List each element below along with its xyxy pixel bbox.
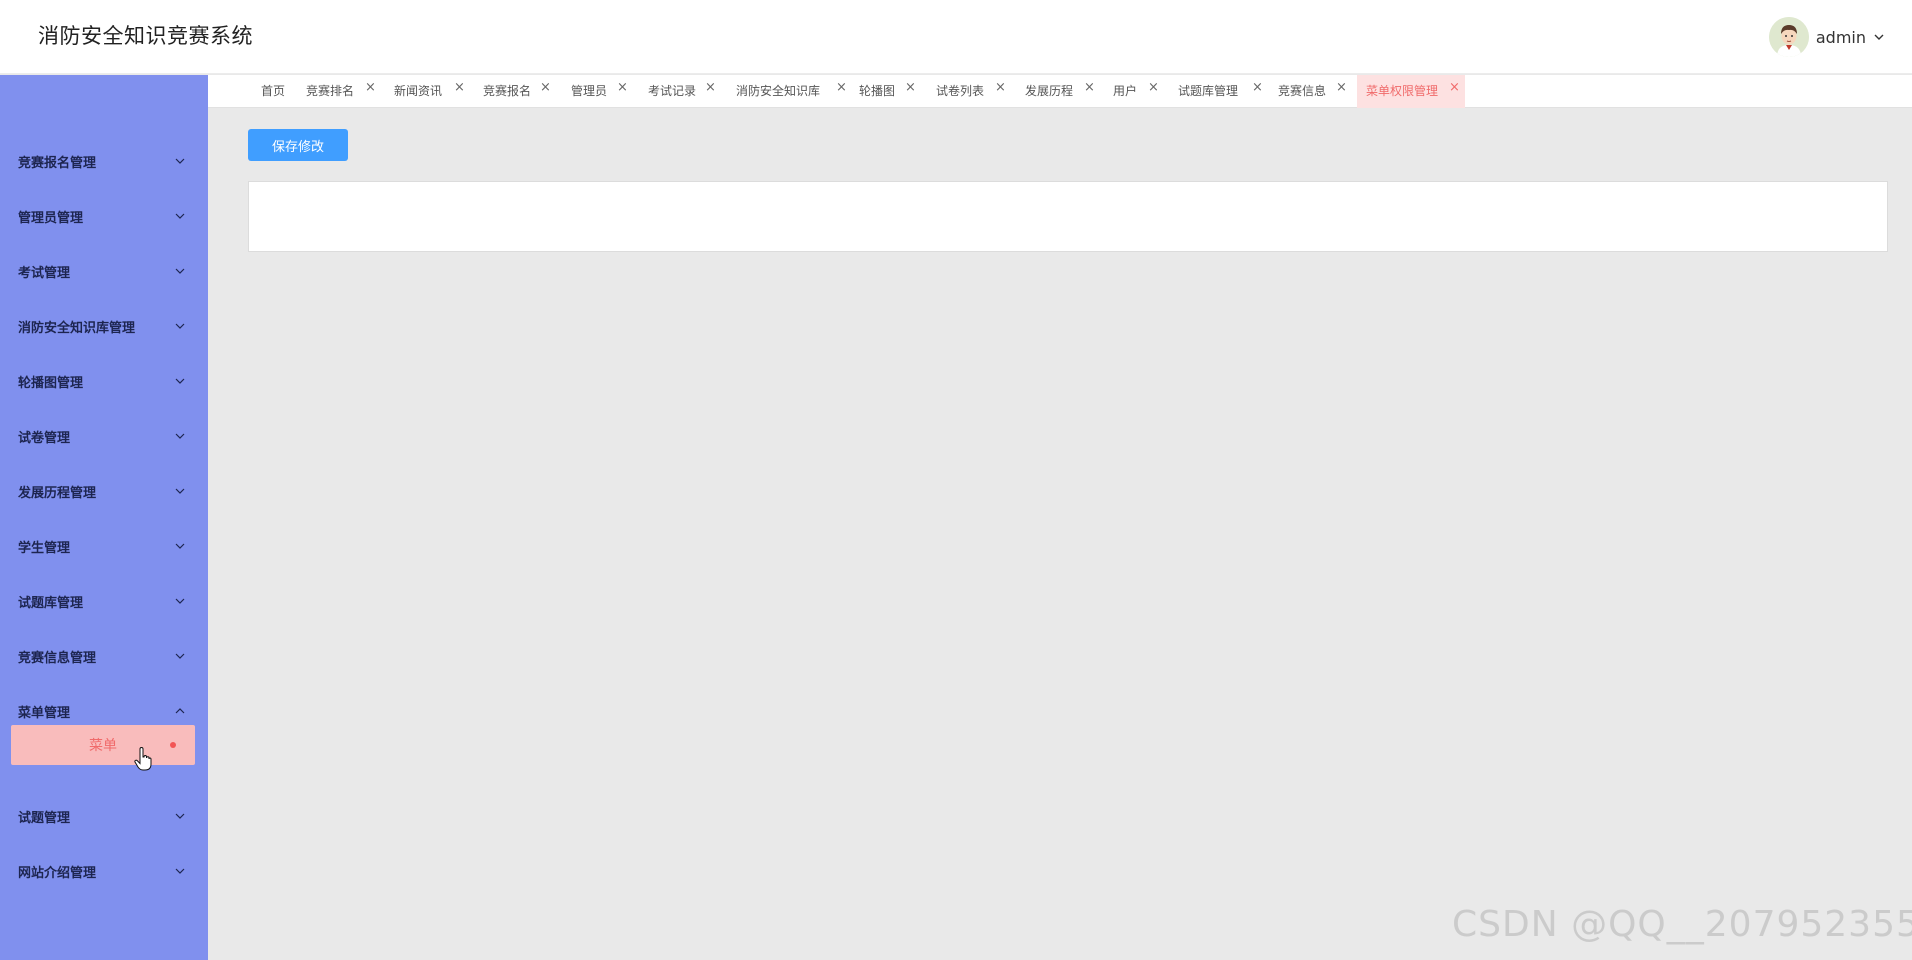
sidebar-item-label: 试题管理 bbox=[18, 810, 71, 826]
chevron-down-icon[interactable] bbox=[1872, 30, 1886, 44]
sidebar-item-label: 轮播图管理 bbox=[18, 375, 84, 391]
sidebar-item-knowledge-base[interactable]: 消防安全知识库管理 bbox=[0, 306, 208, 346]
chevron-down-icon bbox=[175, 268, 185, 274]
close-icon[interactable]: × bbox=[905, 71, 916, 104]
chevron-down-icon bbox=[175, 378, 185, 384]
tab-paper-list[interactable]: 试卷列表 × bbox=[936, 75, 1006, 108]
user-menu[interactable]: admin bbox=[1768, 17, 1886, 57]
tab-label: 用户 bbox=[1113, 84, 1138, 98]
sidebar-item-question[interactable]: 试题管理 bbox=[0, 796, 208, 836]
sidebar-item-site-intro[interactable]: 网站介绍管理 bbox=[0, 851, 208, 891]
chevron-down-icon bbox=[175, 433, 185, 439]
tab-label: 轮播图 bbox=[859, 84, 896, 98]
sidebar-item-label: 网站介绍管理 bbox=[18, 865, 97, 881]
sidebar-item-history[interactable]: 发展历程管理 bbox=[0, 471, 208, 511]
close-icon[interactable]: × bbox=[705, 71, 716, 104]
submenu-item-menu[interactable]: 菜单 bbox=[11, 725, 195, 765]
sidebar-item-admin[interactable]: 管理员管理 bbox=[0, 196, 208, 236]
tab-news[interactable]: 新闻资讯 × bbox=[394, 75, 465, 108]
close-icon[interactable]: × bbox=[1449, 71, 1460, 104]
sidebar-item-label: 菜单管理 bbox=[18, 705, 71, 721]
tab-menu-permission[interactable]: 菜单权限管理 × bbox=[1357, 75, 1465, 108]
sidebar-item-carousel[interactable]: 轮播图管理 bbox=[0, 361, 208, 401]
chevron-down-icon bbox=[175, 653, 185, 659]
sidebar-item-label: 试题库管理 bbox=[18, 595, 84, 611]
tab-competition-registration[interactable]: 竞赛报名 × bbox=[483, 75, 551, 108]
avatar[interactable] bbox=[1768, 17, 1809, 57]
tab-label: 管理员 bbox=[571, 84, 608, 98]
tab-label: 竞赛排名 bbox=[306, 84, 355, 98]
tab-label: 消防安全知识库 bbox=[736, 84, 821, 98]
tab-competition-info[interactable]: 竞赛信息 × bbox=[1278, 75, 1347, 108]
tab-label: 发展历程 bbox=[1025, 84, 1074, 98]
app-title: 消防安全知识竞赛系统 bbox=[38, 24, 253, 48]
tab-label: 竞赛报名 bbox=[483, 84, 532, 98]
tab-carousel[interactable]: 轮播图 × bbox=[859, 75, 916, 108]
close-icon[interactable]: × bbox=[1148, 71, 1159, 104]
tab-home[interactable]: 首页 bbox=[261, 75, 285, 108]
close-icon[interactable]: × bbox=[995, 71, 1006, 104]
chevron-down-icon bbox=[175, 543, 185, 549]
sidebar-item-label: 管理员管理 bbox=[18, 210, 84, 226]
sidebar-item-label: 试卷管理 bbox=[18, 430, 71, 446]
save-changes-button[interactable]: 保存修改 bbox=[248, 129, 348, 161]
chevron-down-icon bbox=[175, 813, 185, 819]
chevron-down-icon bbox=[175, 158, 185, 164]
sidebar-item-label: 考试管理 bbox=[18, 265, 71, 281]
tab-label: 试卷列表 bbox=[936, 84, 985, 98]
tab-admin[interactable]: 管理员 × bbox=[571, 75, 628, 108]
tab-competition-ranking[interactable]: 竞赛排名 × bbox=[306, 75, 376, 108]
sidebar-item-label: 发展历程管理 bbox=[18, 485, 97, 501]
close-icon[interactable]: × bbox=[1252, 71, 1263, 104]
close-icon[interactable]: × bbox=[1084, 71, 1095, 104]
active-dot bbox=[170, 742, 176, 748]
chevron-down-icon bbox=[175, 488, 185, 494]
close-icon[interactable]: × bbox=[365, 71, 376, 104]
sidebar-item-paper[interactable]: 试卷管理 bbox=[0, 416, 208, 456]
sidebar-item-question-bank[interactable]: 试题库管理 bbox=[0, 581, 208, 621]
tab-label: 试题库管理 bbox=[1178, 84, 1239, 98]
tab-question-bank[interactable]: 试题库管理 × bbox=[1178, 75, 1263, 108]
submenu-item-label: 菜单 bbox=[89, 738, 117, 754]
chevron-up-icon bbox=[175, 708, 185, 714]
chevron-down-icon bbox=[175, 323, 185, 329]
close-icon[interactable]: × bbox=[454, 71, 465, 104]
sidebar-item-label: 消防安全知识库管理 bbox=[18, 320, 136, 336]
sidebar-item-student[interactable]: 学生管理 bbox=[0, 526, 208, 566]
tab-exam-records[interactable]: 考试记录 × bbox=[648, 75, 716, 108]
tab-label: 首页 bbox=[261, 84, 286, 98]
hand-cursor-icon bbox=[134, 747, 152, 771]
sidebar-item-label: 竞赛报名管理 bbox=[18, 155, 97, 171]
chevron-down-icon bbox=[175, 868, 185, 874]
chevron-down-icon bbox=[175, 213, 185, 219]
close-icon[interactable]: × bbox=[540, 71, 551, 104]
top-header: 消防安全知识竞赛系统 admin bbox=[0, 0, 1912, 74]
close-icon[interactable]: × bbox=[617, 71, 628, 104]
close-icon[interactable]: × bbox=[836, 71, 847, 104]
sidebar-item-label: 竞赛信息管理 bbox=[18, 650, 97, 666]
username[interactable]: admin bbox=[1816, 28, 1866, 47]
sidebar-item-competition-registration[interactable]: 竞赛报名管理 bbox=[0, 141, 208, 181]
tab-label: 考试记录 bbox=[648, 84, 697, 98]
chevron-down-icon bbox=[175, 598, 185, 604]
sidebar-item-label: 学生管理 bbox=[18, 540, 71, 556]
tab-history[interactable]: 发展历程 × bbox=[1025, 75, 1095, 108]
sidebar-item-exam[interactable]: 考试管理 bbox=[0, 251, 208, 291]
tab-knowledge-base[interactable]: 消防安全知识库 × bbox=[736, 75, 847, 108]
tab-user[interactable]: 用户 × bbox=[1113, 75, 1159, 108]
tabs-bar: 首页 竞赛排名 × 新闻资讯 × 竞赛报名 × 管理员 × 考试记录 × 消防安… bbox=[208, 75, 1912, 108]
tab-label: 菜单权限管理 bbox=[1366, 84, 1439, 98]
close-icon[interactable]: × bbox=[1336, 71, 1347, 104]
watermark: CSDN @QQ__2079523559 bbox=[1452, 904, 1912, 945]
sidebar: 竞赛报名管理 管理员管理 考试管理 消防安全知识库管理 轮播图管理 试卷管理 发… bbox=[0, 75, 208, 960]
tab-label: 竞赛信息 bbox=[1278, 84, 1327, 98]
sidebar-item-competition-info[interactable]: 竞赛信息管理 bbox=[0, 636, 208, 676]
menu-permission-panel bbox=[248, 181, 1888, 252]
tab-label: 新闻资讯 bbox=[394, 84, 443, 98]
avatar-icon bbox=[1768, 17, 1809, 57]
